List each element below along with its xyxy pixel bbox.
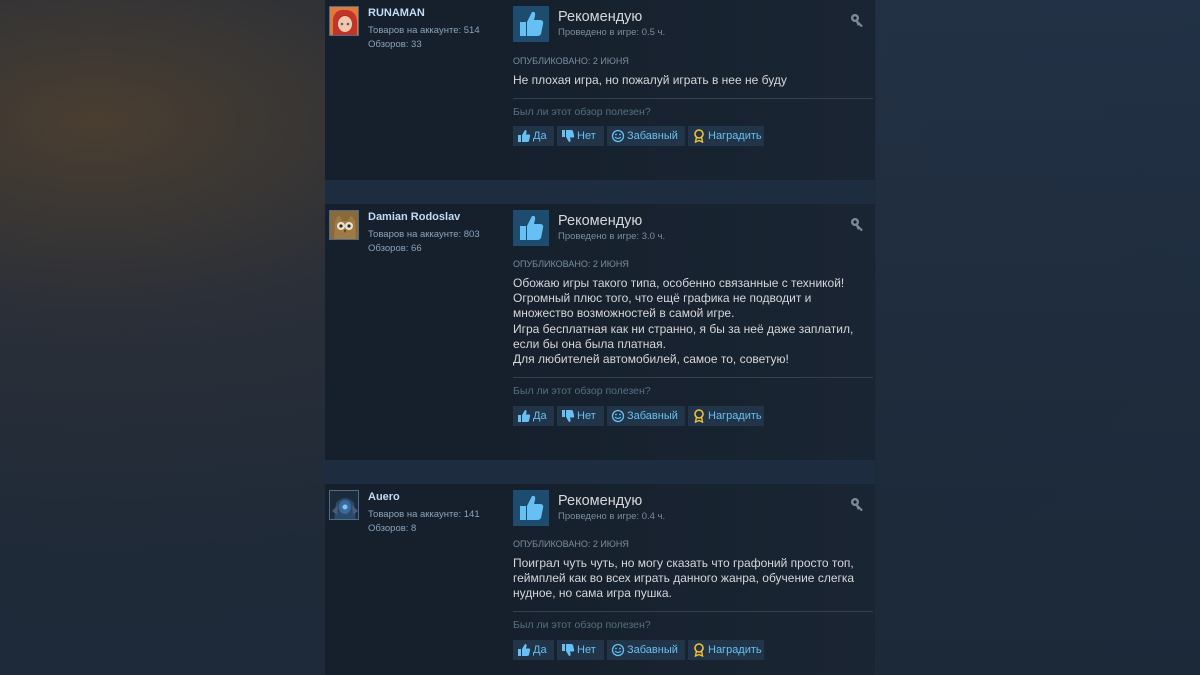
helpful-question: Был ли этот обзор полезен? (513, 619, 651, 631)
divider (513, 377, 873, 378)
review-separator (325, 460, 875, 484)
vote-yes-button[interactable]: Да (513, 406, 554, 426)
vote-no-button[interactable]: Нет (557, 406, 604, 426)
smiley-icon (611, 643, 625, 657)
award-button[interactable]: Наградить (688, 640, 764, 660)
author-products-count[interactable]: Товаров на аккаунте: 803 (368, 229, 480, 240)
smiley-icon (611, 129, 625, 143)
recommendation-title[interactable]: Рекомендую (558, 213, 642, 229)
avatar-dark-character-icon[interactable] (329, 490, 359, 520)
thumbs-up-icon[interactable] (513, 6, 549, 42)
playtime-hours: Проведено в игре: 3.0 ч. (558, 231, 666, 242)
award-ribbon-icon (694, 409, 704, 423)
vote-no-button[interactable]: Нет (557, 640, 604, 660)
review-card: Damian Rodoslav Товаров на аккаунте: 803… (325, 204, 875, 460)
smiley-icon (611, 409, 625, 423)
thumbs-up-icon[interactable] (513, 490, 549, 526)
vote-funny-button[interactable]: Забавный (607, 406, 685, 426)
vote-header: Рекомендую Проведено в игре: 0.4 ч. (513, 490, 871, 526)
vote-funny-button[interactable]: Забавный (607, 126, 685, 146)
recommendation-title[interactable]: Рекомендую (558, 493, 642, 509)
helpful-question: Был ли этот обзор полезен? (513, 385, 651, 397)
thumbs-down-icon (562, 130, 575, 142)
review-text: Не плохая игра, но пожалуй играть в нее … (513, 73, 787, 87)
award-ribbon-icon (694, 643, 704, 657)
author-reviews-count[interactable]: Обзоров: 8 (368, 523, 416, 534)
author-reviews-count[interactable]: Обзоров: 33 (368, 39, 422, 50)
vote-header: Рекомендую Проведено в игре: 0.5 ч. (513, 6, 871, 42)
review-text: Поиграл чуть чуть, но могу сказать что г… (513, 556, 855, 601)
vote-yes-button[interactable]: Да (513, 640, 554, 660)
award-icon[interactable] (849, 216, 865, 232)
author-reviews-count[interactable]: Обзоров: 66 (368, 243, 422, 254)
author-products-count[interactable]: Товаров на аккаунте: 141 (368, 509, 480, 520)
review-text: Обожаю игры такого типа, особенно связан… (513, 276, 854, 367)
vote-no-button[interactable]: Нет (557, 126, 604, 146)
review-card: RUNAMAN Товаров на аккаунте: 514 Обзоров… (325, 0, 875, 180)
helpful-question: Был ли этот обзор полезен? (513, 106, 651, 118)
page-background-right (876, 0, 1200, 675)
recommendation-title[interactable]: Рекомендую (558, 9, 642, 25)
playtime-hours: Проведено в игре: 0.5 ч. (558, 27, 666, 38)
thumbs-up-icon (518, 130, 531, 142)
vote-funny-button[interactable]: Забавный (607, 640, 685, 660)
award-icon[interactable] (849, 496, 865, 512)
divider (513, 98, 873, 99)
review-card: Auero Товаров на аккаунте: 141 Обзоров: … (325, 484, 875, 675)
avatar-owl-icon[interactable] (329, 210, 359, 240)
award-button[interactable]: Наградить (688, 126, 764, 146)
vote-header: Рекомендую Проведено в игре: 3.0 ч. (513, 210, 871, 246)
author-name[interactable]: RUNAMAN (368, 7, 425, 19)
thumbs-down-icon (562, 644, 575, 656)
divider (513, 611, 873, 612)
award-icon[interactable] (849, 12, 865, 28)
thumbs-up-icon (518, 410, 531, 422)
thumbs-up-icon (518, 644, 531, 656)
avatar-anime-icon[interactable] (329, 6, 359, 36)
review-separator (325, 180, 875, 204)
playtime-hours: Проведено в игре: 0.4 ч. (558, 511, 666, 522)
author-products-count[interactable]: Товаров на аккаунте: 514 (368, 25, 480, 36)
award-ribbon-icon (694, 129, 704, 143)
posted-date: ОПУБЛИКОВАНО: 2 ИЮНЯ (513, 56, 629, 66)
vote-yes-button[interactable]: Да (513, 126, 554, 146)
posted-date: ОПУБЛИКОВАНО: 2 ИЮНЯ (513, 539, 629, 549)
posted-date: ОПУБЛИКОВАНО: 2 ИЮНЯ (513, 259, 629, 269)
thumbs-down-icon (562, 410, 575, 422)
author-name[interactable]: Auero (368, 491, 400, 503)
award-button[interactable]: Наградить (688, 406, 764, 426)
author-name[interactable]: Damian Rodoslav (368, 211, 460, 223)
reviews-column: RUNAMAN Товаров на аккаунте: 514 Обзоров… (325, 0, 875, 675)
thumbs-up-icon[interactable] (513, 210, 549, 246)
